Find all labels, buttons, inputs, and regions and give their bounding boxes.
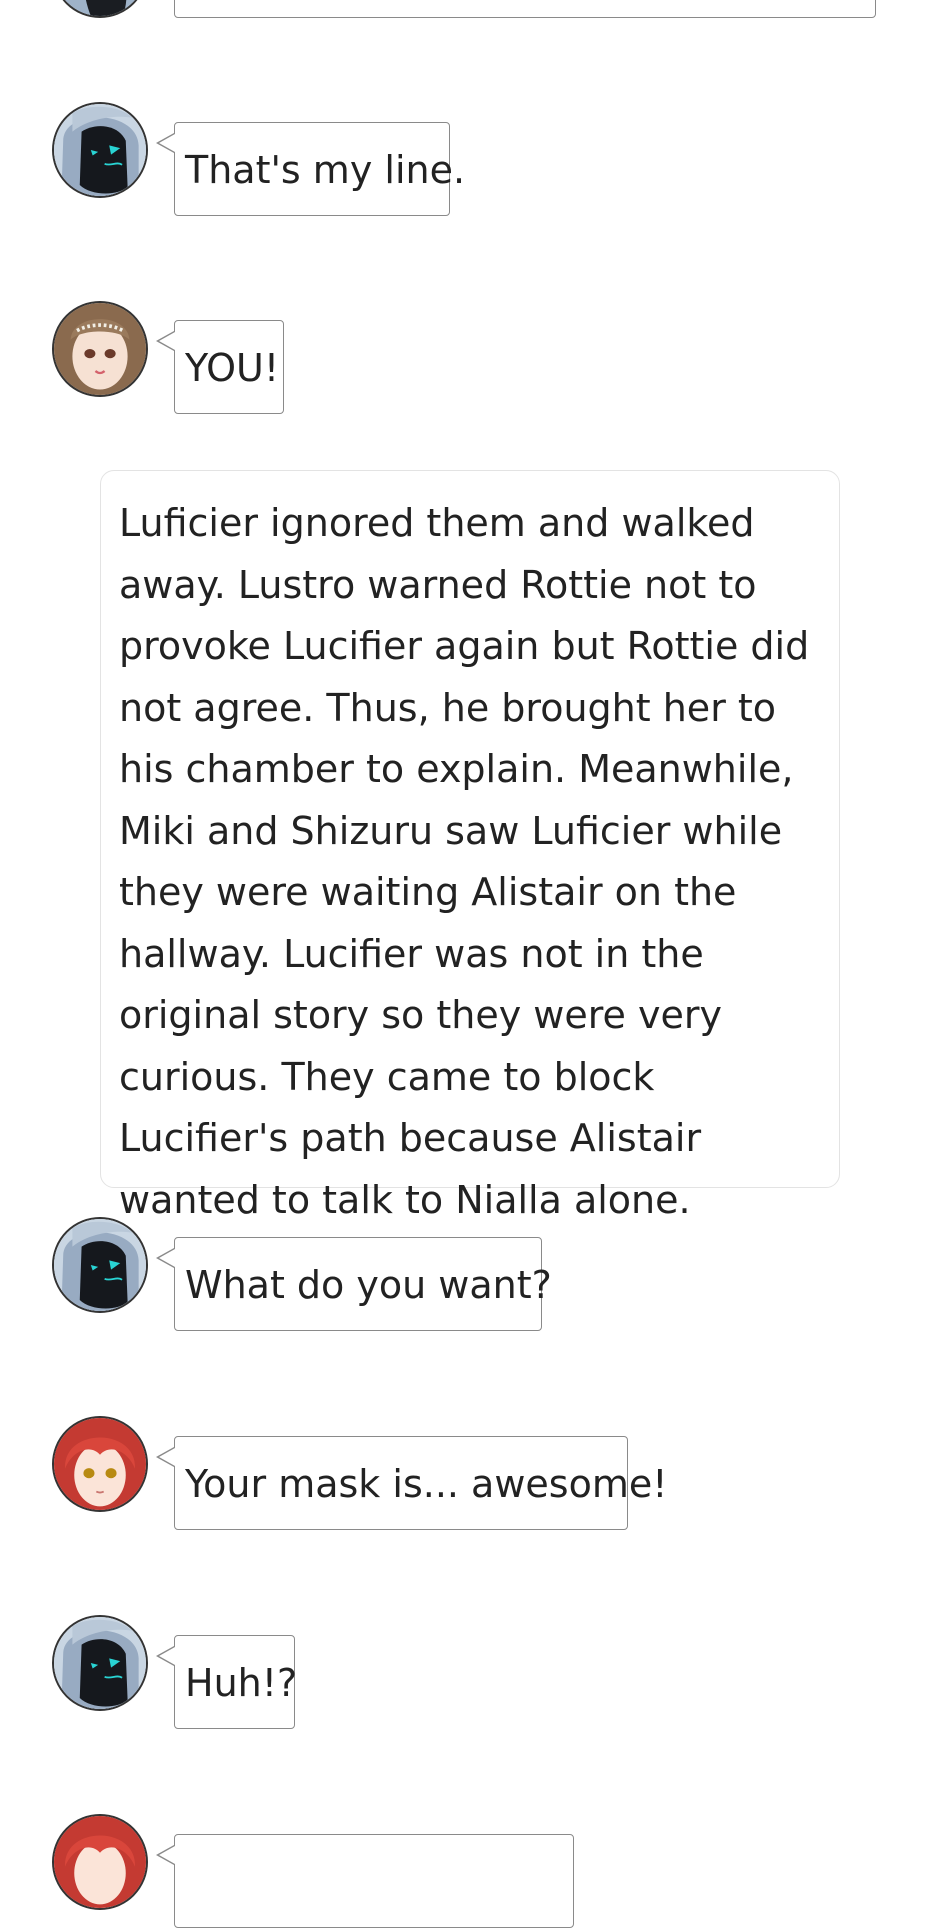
chat-bubble: Your mask is... awesome!	[156, 1436, 667, 1530]
avatar-red-haired-girl	[52, 1814, 148, 1910]
chat-bubble	[156, 1834, 574, 1928]
avatar-masked-boy	[52, 1217, 148, 1313]
masked-boy-avatar-icon	[54, 1219, 146, 1311]
avatar-masked-boy	[52, 1615, 148, 1711]
chat-bubble: YOU!	[156, 320, 284, 414]
avatar-red-haired-girl	[52, 1416, 148, 1512]
masked-boy-avatar-icon	[54, 1617, 146, 1709]
avatar-masked-boy	[52, 0, 148, 18]
avatar-brown-haired-girl	[52, 301, 148, 397]
masked-boy-avatar-icon	[54, 0, 146, 16]
narration-box: Luficier ignored them and walked away. L…	[100, 470, 840, 1222]
red-haired-girl-avatar-icon	[54, 1418, 146, 1510]
red-haired-girl-avatar-icon	[54, 1816, 146, 1908]
brown-haired-girl-avatar-icon	[54, 303, 146, 395]
narration-text: Luficier ignored them and walked away. L…	[119, 501, 810, 1222]
chat-bubble	[174, 0, 876, 18]
chat-bubble: What do you want?	[156, 1237, 552, 1331]
masked-boy-avatar-icon	[54, 104, 146, 196]
chat-bubble: That's my line.	[156, 122, 465, 216]
chat-bubble: Huh!?	[156, 1635, 297, 1729]
avatar-masked-boy	[52, 102, 148, 198]
